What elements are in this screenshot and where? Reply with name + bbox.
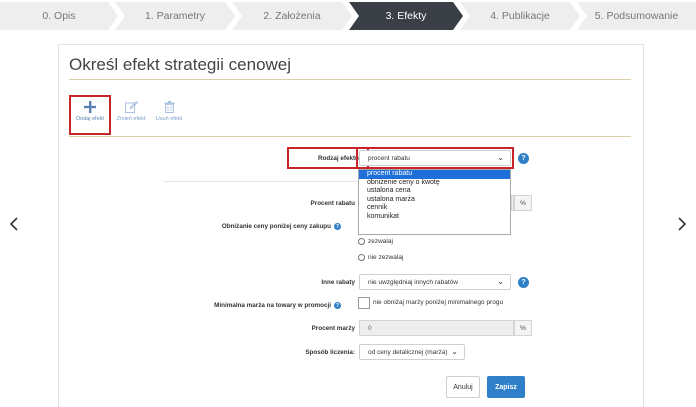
edit-effect-label: Zmień efekt [116, 116, 146, 122]
step-label: 2. Założenia [263, 10, 321, 22]
margin-percent-label: Procent marży [311, 325, 355, 332]
radio-disallow-label: nie zezwalaj [368, 254, 404, 261]
dropdown-option[interactable]: cennik [359, 204, 510, 213]
effect-type-select[interactable]: procent rabatu ⌄ [359, 150, 511, 166]
step-podsumowanie[interactable]: 5. Podsumowanie [577, 2, 696, 30]
add-effect-label: Dodaj efekt [76, 116, 104, 122]
plus-icon [84, 101, 96, 113]
trash-icon [164, 101, 174, 113]
divider [69, 136, 631, 137]
margin-percent-input[interactable]: 0 [359, 320, 514, 336]
chevron-down-icon: ⌄ [497, 153, 504, 162]
chevron-down-icon: ⌄ [497, 277, 504, 286]
chevron-right-icon[interactable] [674, 214, 690, 234]
dropdown-option[interactable]: komunikat [359, 213, 510, 222]
min-margin-checkbox[interactable] [358, 297, 370, 309]
percent-addon: % [514, 195, 532, 211]
calc-method-label: Sposób liczenia: [305, 349, 355, 356]
radio-disallow[interactable]: nie zezwalaj [358, 254, 403, 261]
wizard-steps: 0. Opis 1. Parametry 2. Założenia 3. Efe… [0, 0, 696, 32]
other-discounts-value: nie uwzględniaj innych rabatów [368, 278, 458, 286]
min-margin-label: Minimalna marża na towary w promocji [214, 302, 331, 309]
margin-percent-value: 0 [368, 324, 372, 332]
step-parametry[interactable]: 1. Parametry [115, 2, 235, 30]
effects-panel: Określ efekt strategii cenowej Dodaj efe… [58, 44, 644, 407]
effect-type-dropdown[interactable]: procent rabatu obniżenie ceny o kwotę us… [358, 169, 511, 235]
step-label: 5. Podsumowanie [594, 10, 679, 22]
dropdown-option[interactable]: ustalona marża [359, 196, 510, 205]
delete-effect-button[interactable]: Usuń efekt [151, 95, 187, 122]
edit-effect-button[interactable]: Zmień efekt [115, 95, 147, 122]
page-title: Określ efekt strategii cenowej [69, 55, 292, 74]
radio-circle [358, 238, 365, 245]
radio-allow[interactable]: zezwalaj [358, 238, 393, 245]
step-label: 4. Publikacje [490, 10, 550, 22]
below-purchase-label: Obniżanie ceny poniżej ceny zakupu [221, 223, 331, 230]
delete-effect-label: Usuń efekt [155, 116, 183, 122]
radio-circle [358, 254, 365, 261]
other-discounts-select[interactable]: nie uwzględniaj innych rabatów ⌄ [359, 274, 511, 290]
step-label: 1. Parametry [144, 10, 206, 22]
calc-method-select[interactable]: od ceny detalicznej (marża) ⌄ [359, 344, 465, 360]
question-icon[interactable]: ? [334, 302, 341, 309]
step-efekty[interactable]: 3. Efekty [349, 2, 463, 30]
effect-type-value: procent rabatu [368, 154, 410, 162]
save-button[interactable]: Zapisz [487, 376, 525, 398]
min-margin-checkbox-label: nie obniżaj marży poniżej minimalnego pr… [373, 299, 504, 306]
calc-method-value: od ceny detalicznej (marża) [368, 348, 448, 356]
divider [163, 181, 363, 182]
cancel-button[interactable]: Anuluj [446, 376, 480, 398]
question-icon[interactable]: ? [334, 223, 341, 230]
percent-addon: % [514, 320, 532, 336]
step-label: 0. Opis [42, 10, 76, 22]
question-icon[interactable]: ? [518, 277, 529, 288]
question-icon[interactable]: ? [518, 153, 529, 164]
effect-type-label: Rodzaj efektu: [317, 155, 361, 162]
chevron-down-icon: ⌄ [451, 347, 458, 356]
discount-percent-label: Procent rabatu [310, 200, 355, 207]
dropdown-option[interactable]: obniżenie ceny o kwotę [359, 179, 510, 188]
chevron-left-icon[interactable] [6, 214, 22, 234]
dropdown-option[interactable]: ustalona cena [359, 187, 510, 196]
other-discounts-label: Inne rabaty [321, 279, 355, 286]
dropdown-option[interactable]: procent rabatu [359, 170, 510, 179]
step-publikacje[interactable]: 4. Publikacje [460, 2, 580, 30]
step-label: 3. Efekty [385, 10, 427, 22]
step-zalozenia[interactable]: 2. Założenia [232, 2, 352, 30]
radio-allow-label: zezwalaj [368, 238, 393, 245]
step-opis[interactable]: 0. Opis [0, 2, 118, 30]
divider [69, 79, 631, 80]
add-effect-button[interactable]: Dodaj efekt [69, 95, 111, 135]
edit-icon [124, 101, 138, 113]
